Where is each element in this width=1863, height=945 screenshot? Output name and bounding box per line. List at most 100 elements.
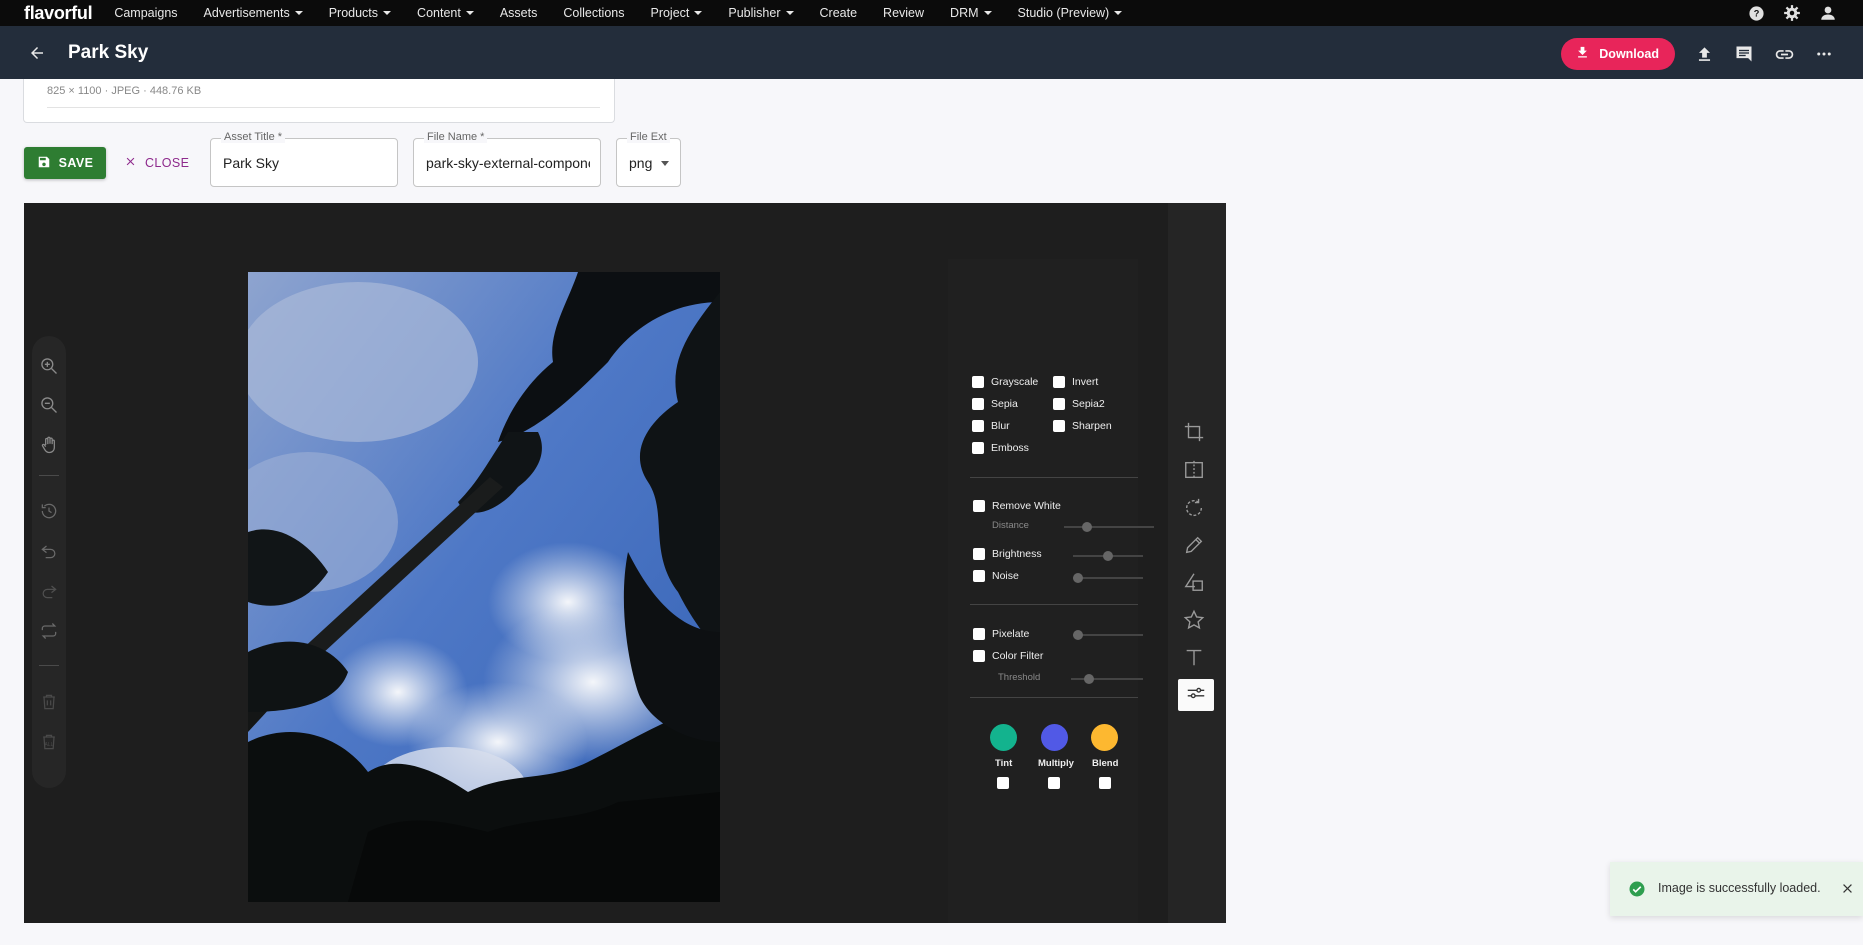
text-tool-icon[interactable] — [1183, 646, 1205, 668]
nav-item-products[interactable]: Products — [329, 6, 392, 20]
checkbox-box[interactable] — [973, 570, 985, 582]
nav-item-assets[interactable]: Assets — [500, 6, 538, 20]
pixelate-slider[interactable] — [1073, 629, 1143, 641]
link-icon[interactable] — [1774, 44, 1795, 65]
comment-icon[interactable] — [1734, 44, 1754, 64]
checkbox-box[interactable] — [973, 628, 985, 640]
help-icon[interactable]: ? — [1748, 5, 1765, 22]
slider-thumb[interactable] — [1103, 551, 1113, 561]
caret-down-icon — [294, 11, 303, 15]
toast-message: Image is successfully loaded. — [1658, 881, 1821, 895]
checkbox-box[interactable] — [973, 500, 985, 512]
tint-label: Tint — [995, 758, 1013, 769]
threshold-slider[interactable] — [1071, 673, 1143, 685]
pan-hand-icon[interactable] — [39, 435, 59, 455]
blend-checkbox[interactable] — [1099, 777, 1111, 789]
grayscale-checkbox[interactable]: Grayscale — [972, 376, 1038, 388]
undo-icon[interactable] — [39, 541, 59, 561]
sharpen-checkbox[interactable]: Sharpen — [1053, 420, 1112, 432]
checkbox-box[interactable] — [972, 376, 984, 388]
flavorful-logo[interactable]: flavorful — [24, 3, 93, 24]
save-button[interactable]: SAVE — [24, 147, 106, 179]
nav-item-review[interactable]: Review — [883, 6, 924, 20]
grayscale-label: Grayscale — [991, 376, 1039, 388]
shape-icon[interactable] — [1183, 571, 1205, 593]
slider-thumb[interactable] — [1082, 522, 1092, 532]
success-toast: Image is successfully loaded. — [1610, 862, 1863, 916]
flip-icon[interactable] — [1183, 459, 1205, 481]
file-ext-select[interactable]: File Ext png — [616, 131, 681, 187]
multiply-color-swatch[interactable] — [1041, 724, 1068, 751]
asset-title-value[interactable]: Park Sky — [223, 155, 387, 171]
caret-down-icon — [1114, 11, 1123, 15]
checkbox-box[interactable] — [973, 548, 985, 560]
tint-checkbox[interactable] — [997, 777, 1009, 789]
caret-down-icon — [983, 11, 992, 15]
draw-pencil-icon[interactable] — [1183, 534, 1205, 556]
color-filter-checkbox[interactable]: Color Filter — [973, 650, 1043, 662]
reset-icon[interactable] — [39, 621, 59, 641]
multiply-checkbox[interactable] — [1048, 777, 1060, 789]
crop-icon[interactable] — [1183, 421, 1205, 443]
main-menu: Campaigns Advertisements Products Conten… — [114, 6, 1148, 20]
rotate-icon[interactable] — [1183, 497, 1205, 519]
nav-item-campaigns[interactable]: Campaigns — [114, 6, 177, 20]
asset-meta-text: 825 × 1100 · JPEG · 448.76 KB — [47, 85, 202, 97]
panel-divider — [970, 697, 1138, 698]
emboss-checkbox[interactable]: Emboss — [972, 442, 1029, 454]
back-arrow-icon[interactable] — [28, 44, 46, 62]
slider-thumb[interactable] — [1073, 573, 1083, 583]
nav-item-drm[interactable]: DRM — [950, 6, 992, 20]
noise-checkbox[interactable]: Noise — [973, 570, 1019, 582]
download-button[interactable]: Download — [1561, 38, 1675, 70]
checkbox-box[interactable] — [1053, 376, 1065, 388]
delete-all-icon[interactable]: ALL — [39, 732, 59, 752]
nav-item-create[interactable]: Create — [820, 6, 858, 20]
slider-thumb[interactable] — [1073, 630, 1083, 640]
zoom-out-icon[interactable] — [39, 395, 59, 415]
pixelate-checkbox[interactable]: Pixelate — [973, 628, 1029, 640]
remove-white-checkbox[interactable]: Remove White — [973, 500, 1061, 512]
checkbox-box[interactable] — [1053, 398, 1065, 410]
canvas-image-park-sky[interactable] — [248, 272, 720, 902]
blend-label: Blend — [1092, 758, 1119, 769]
settings-gear-icon[interactable] — [1783, 4, 1801, 22]
delete-icon[interactable] — [39, 692, 59, 712]
tint-color-swatch[interactable] — [990, 724, 1017, 751]
file-name-value[interactable]: park-sky-external-component — [426, 155, 590, 171]
redo-icon[interactable] — [39, 581, 59, 601]
more-options-icon[interactable] — [1815, 45, 1833, 63]
noise-slider[interactable] — [1073, 572, 1143, 584]
nav-item-studio-preview[interactable]: Studio (Preview) — [1018, 6, 1123, 20]
nav-item-collections[interactable]: Collections — [563, 6, 624, 20]
file-name-field[interactable]: File Name * park-sky-external-component — [413, 131, 601, 187]
filter-tool-button[interactable] — [1178, 679, 1214, 711]
zoom-in-icon[interactable] — [39, 356, 59, 376]
nav-item-publisher[interactable]: Publisher — [728, 6, 794, 20]
blend-color-swatch[interactable] — [1091, 724, 1118, 751]
close-button[interactable]: CLOSE — [124, 147, 189, 179]
blur-checkbox[interactable]: Blur — [972, 420, 1010, 432]
close-icon[interactable] — [1840, 881, 1855, 896]
invert-checkbox[interactable]: Invert — [1053, 376, 1098, 388]
slider-thumb[interactable] — [1084, 674, 1094, 684]
checkbox-box[interactable] — [972, 420, 984, 432]
checkbox-box[interactable] — [973, 650, 985, 662]
checkbox-box[interactable] — [972, 398, 984, 410]
checkbox-box[interactable] — [1053, 420, 1065, 432]
brightness-slider[interactable] — [1073, 550, 1143, 562]
nav-item-project[interactable]: Project — [650, 6, 703, 20]
distance-slider[interactable] — [1064, 521, 1154, 533]
sepia2-checkbox[interactable]: Sepia2 — [1053, 398, 1105, 410]
asset-title-field[interactable]: Asset Title * Park Sky — [210, 131, 398, 187]
toolbar-divider — [39, 665, 59, 666]
sepia-checkbox[interactable]: Sepia — [972, 398, 1018, 410]
brightness-checkbox[interactable]: Brightness — [973, 548, 1042, 560]
star-icon[interactable] — [1183, 609, 1205, 631]
nav-item-advertisements[interactable]: Advertisements — [204, 6, 303, 20]
checkbox-box[interactable] — [972, 442, 984, 454]
nav-item-content[interactable]: Content — [417, 6, 474, 20]
upload-icon[interactable] — [1695, 45, 1714, 64]
history-icon[interactable] — [39, 501, 59, 521]
user-account-icon[interactable] — [1819, 4, 1837, 22]
